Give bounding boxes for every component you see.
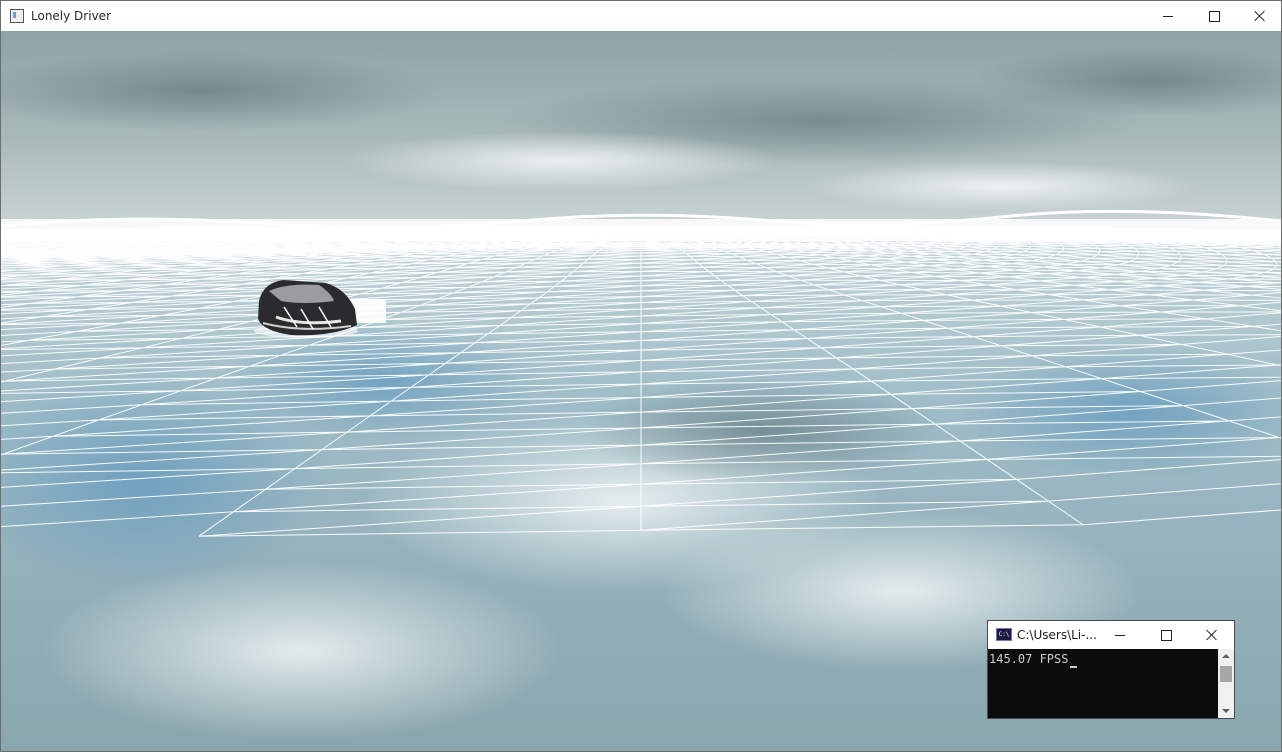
console-minimize-button[interactable]: [1097, 621, 1143, 649]
scroll-thumb[interactable]: [1220, 666, 1232, 682]
chevron-up-icon: [1222, 654, 1230, 658]
minimize-icon: [1163, 15, 1173, 17]
minimize-icon: [1115, 634, 1125, 636]
scroll-down-button[interactable]: [1218, 704, 1234, 718]
console-title: C:\Users\Li-...: [1017, 628, 1097, 642]
close-button[interactable]: [1237, 1, 1281, 31]
app-window-icon: [10, 9, 24, 23]
maximize-button[interactable]: [1191, 1, 1237, 31]
console-maximize-button[interactable]: [1143, 621, 1189, 649]
console-scrollbar[interactable]: [1218, 649, 1234, 718]
console-icon: C:\: [996, 628, 1012, 641]
maximize-icon: [1208, 10, 1220, 22]
terrain-reflection: [581, 376, 941, 486]
console-output-area[interactable]: 145.07 FPSS: [988, 649, 1218, 718]
window-title: Lonely Driver: [31, 9, 111, 23]
maximize-icon: [1160, 629, 1172, 641]
scroll-up-button[interactable]: [1218, 649, 1234, 663]
console-output-text: 145.07 FPSS: [989, 652, 1069, 666]
console-close-button[interactable]: [1189, 621, 1234, 649]
sky-cloud: [801, 161, 1201, 211]
title-bar[interactable]: Lonely Driver: [1, 1, 1281, 31]
main-window: Lonely Driver C:\ C:\Users\Li-... 145.07…: [0, 0, 1282, 752]
console-window[interactable]: C:\ C:\Users\Li-... 145.07 FPSS: [987, 620, 1235, 719]
close-icon: [1206, 629, 1218, 641]
minimize-button[interactable]: [1145, 1, 1191, 31]
console-title-bar[interactable]: C:\ C:\Users\Li-...: [988, 621, 1234, 649]
close-icon: [1254, 10, 1266, 22]
chevron-down-icon: [1222, 709, 1230, 713]
console-cursor: [1070, 666, 1077, 668]
sky-cloud: [341, 131, 781, 191]
terrain-reflection: [41, 561, 561, 741]
